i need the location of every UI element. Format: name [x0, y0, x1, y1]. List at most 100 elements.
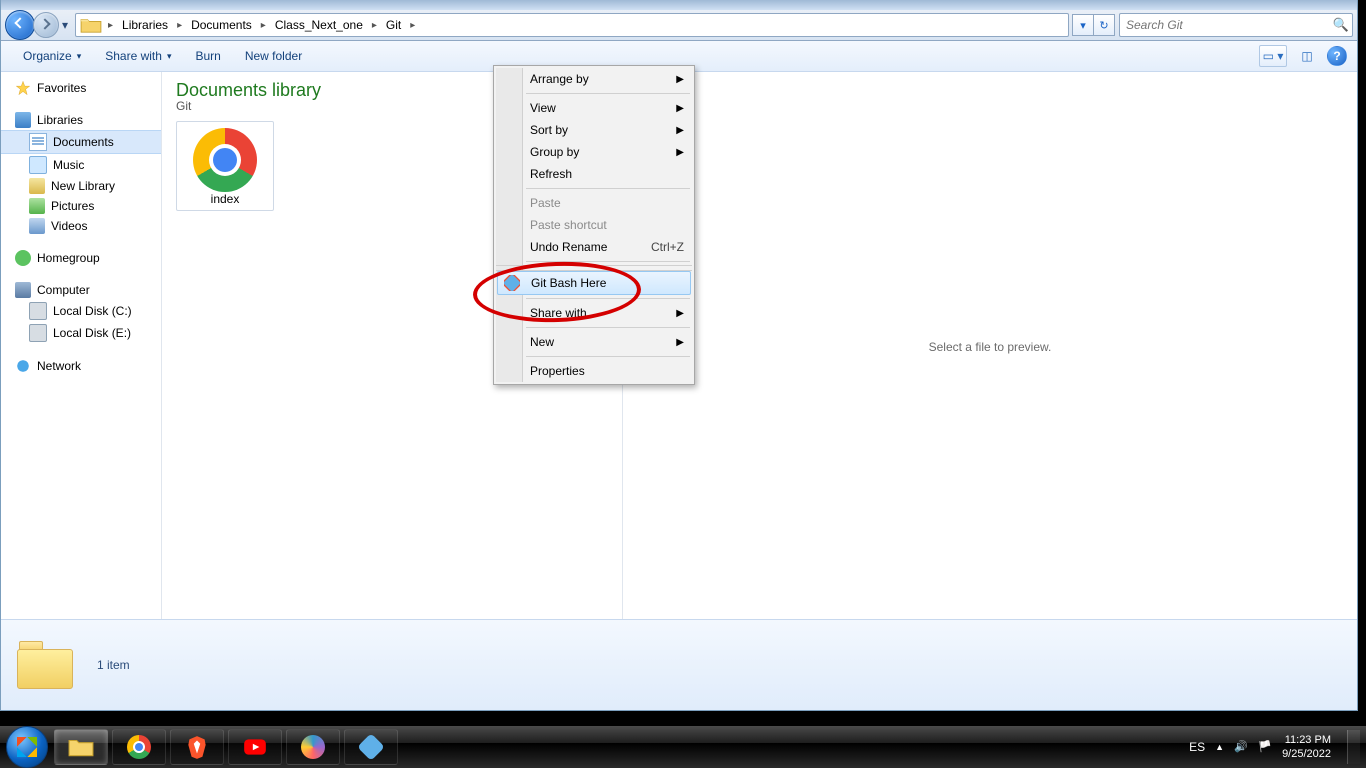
taskbar-brave[interactable] [170, 729, 224, 765]
nav-new-library[interactable]: New Library [1, 176, 161, 196]
tray-volume-icon[interactable]: 🔊 [1234, 740, 1248, 754]
ctx-label: Sort by [530, 123, 568, 137]
tray-language[interactable]: ES [1189, 740, 1205, 754]
status-item-count: 1 item [97, 658, 130, 672]
ctx-separator [526, 298, 690, 299]
taskbar-chrome[interactable] [112, 729, 166, 765]
ctx-share-with[interactable]: Share with▶ [496, 302, 692, 324]
context-menu: Arrange by▶ View▶ Sort by▶ Group by▶ Ref… [493, 65, 695, 385]
ctx-label: Group by [530, 145, 579, 159]
preview-placeholder: Select a file to preview. [929, 340, 1052, 354]
burn-button[interactable]: Burn [183, 41, 232, 71]
ctx-label: Git Bash Here [531, 276, 606, 290]
ctx-refresh[interactable]: Refresh [496, 163, 692, 185]
chrome-icon [193, 128, 257, 192]
navigation-pane: Favorites Libraries Documents Music New … [1, 72, 162, 622]
submenu-arrow-icon: ▶ [676, 74, 684, 85]
chevron-right-icon[interactable]: ▸ [175, 20, 184, 31]
chevron-right-icon[interactable]: ▸ [106, 20, 115, 31]
nav-documents[interactable]: Documents [1, 130, 161, 154]
file-name-label: index [177, 192, 273, 206]
chevron-right-icon[interactable]: ▸ [259, 20, 268, 31]
tray-clock[interactable]: 11:23 PM 9/25/2022 [1282, 733, 1331, 761]
nav-music[interactable]: Music [1, 154, 161, 176]
ctx-sort-by[interactable]: Sort by▶ [496, 119, 692, 141]
preview-pane: Select a file to preview. [623, 72, 1357, 622]
ctx-label: Paste shortcut [530, 218, 607, 232]
ctx-label: Git GUI Here [530, 265, 599, 267]
library-title: Documents library [176, 80, 321, 101]
ctx-arrange-by[interactable]: Arrange by▶ [496, 68, 692, 90]
show-desktop-button[interactable] [1347, 730, 1360, 764]
document-icon [29, 133, 47, 151]
ctx-label: Share with [530, 306, 587, 320]
chevron-right-icon[interactable]: ▸ [370, 20, 379, 31]
nav-videos[interactable]: Videos [1, 216, 161, 236]
search-input[interactable] [1120, 18, 1330, 32]
breadcrumb-git[interactable]: Git [379, 14, 408, 36]
nav-network[interactable]: Network [1, 356, 161, 376]
ctx-git-bash[interactable]: Git Bash Here [497, 271, 691, 295]
address-dropdown[interactable]: ▾ [1072, 14, 1094, 36]
breadcrumb-documents[interactable]: Documents [184, 14, 259, 36]
ctx-view[interactable]: View▶ [496, 97, 692, 119]
nav-libraries[interactable]: Libraries [1, 110, 161, 130]
back-button[interactable] [5, 10, 35, 40]
taskbar-app-round[interactable] [286, 729, 340, 765]
computer-icon [15, 282, 31, 298]
disk-icon [29, 324, 47, 342]
refresh-button[interactable]: ↻ [1093, 14, 1115, 36]
circle-app-icon [301, 735, 325, 759]
network-icon [15, 358, 31, 374]
nav-item-label: Pictures [51, 199, 94, 213]
ctx-label: New [530, 335, 554, 349]
preview-pane-button[interactable]: ◫ [1295, 45, 1319, 67]
chevron-right-icon[interactable]: ▸ [408, 20, 417, 31]
address-bar[interactable]: ▸ Libraries ▸ Documents ▸ Class_Next_one… [75, 13, 1069, 37]
tray-show-hidden-icon[interactable]: ▲ [1215, 742, 1224, 752]
ctx-group-by[interactable]: Group by▶ [496, 141, 692, 163]
nav-homegroup[interactable]: Homegroup [1, 248, 161, 268]
homegroup-icon [15, 250, 31, 266]
nav-computer[interactable]: Computer [1, 280, 161, 300]
git-app-icon [358, 734, 384, 760]
taskbar-git[interactable] [344, 729, 398, 765]
youtube-icon [242, 734, 268, 760]
nav-disk-c[interactable]: Local Disk (C:) [1, 300, 161, 322]
ctx-separator [526, 327, 690, 328]
taskbar-youtube[interactable] [228, 729, 282, 765]
start-button[interactable] [6, 726, 48, 768]
submenu-arrow-icon: ▶ [676, 337, 684, 348]
nav-disk-e[interactable]: Local Disk (E:) [1, 322, 161, 344]
search-box[interactable]: 🔍 [1119, 13, 1353, 37]
taskbar-explorer[interactable] [54, 729, 108, 765]
taskbar: ES ▲ 🔊 🏳️ 11:23 PM 9/25/2022 [0, 725, 1366, 768]
system-tray: ES ▲ 🔊 🏳️ 11:23 PM 9/25/2022 [1189, 730, 1360, 764]
explorer-window: ▾ ▸ Libraries ▸ Documents ▸ Class_Next_o… [0, 0, 1358, 711]
breadcrumb-libraries[interactable]: Libraries [115, 14, 175, 36]
nav-computer-label: Computer [37, 283, 90, 297]
search-icon[interactable]: 🔍 [1330, 17, 1352, 33]
nav-history-dropdown[interactable]: ▾ [59, 11, 71, 39]
tray-time: 11:23 PM [1282, 733, 1331, 747]
view-mode-button[interactable]: ▭ ▾ [1259, 45, 1287, 67]
ctx-label: Refresh [530, 167, 572, 181]
file-item-index[interactable]: index [176, 121, 274, 211]
nav-favorites-label: Favorites [37, 81, 86, 95]
forward-button[interactable] [33, 12, 59, 38]
breadcrumb-class-next-one[interactable]: Class_Next_one [268, 14, 370, 36]
ctx-new[interactable]: New ▶ [496, 331, 692, 353]
nav-pictures[interactable]: Pictures [1, 196, 161, 216]
nav-favorites[interactable]: Favorites [1, 78, 161, 98]
organize-menu[interactable]: Organize [11, 41, 93, 71]
new-folder-button[interactable]: New folder [233, 41, 314, 71]
tray-flag-icon[interactable]: 🏳️ [1258, 740, 1272, 754]
ctx-properties[interactable]: Properties [496, 360, 692, 382]
ctx-undo-rename[interactable]: Undo RenameCtrl+Z [496, 236, 692, 258]
ctx-label: Properties [530, 364, 585, 378]
ctx-label: View [530, 101, 556, 115]
share-with-menu[interactable]: Share with [93, 41, 183, 71]
videos-icon [29, 218, 45, 234]
help-button[interactable]: ? [1327, 46, 1347, 66]
ctx-shortcut: Ctrl+Z [651, 240, 684, 254]
